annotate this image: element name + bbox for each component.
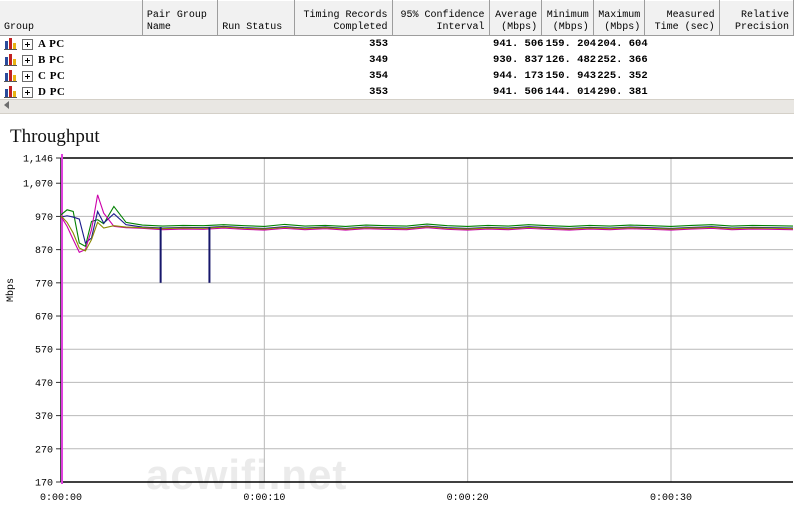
column-header-minimum-mbps[interactable]: Minimum (Mbps) [541,0,594,36]
cell-relative-precision [719,36,793,53]
cell-maximum-mbps: 225. 352 [597,70,648,82]
bar-chart-icon [4,38,17,50]
cell-run-status [218,52,294,68]
cell-average-mbps: 941. 506 [493,38,544,50]
x-tick-label: 0:00:30 [650,493,692,504]
cell-maximum-mbps: 252. 366 [597,54,648,66]
cell-timing-records: 353 [369,38,389,50]
scroll-left-arrow-icon[interactable] [4,101,9,109]
column-header-run-status[interactable]: Run Status [217,0,295,36]
cell-pair-group-name [142,68,217,84]
cell-measured-time [645,36,719,53]
column-header-relative-precision[interactable]: Relative Precision [719,0,794,36]
x-tick-label: 0:00:10 [243,493,285,504]
results-table-panel: Group Pair Group Name Run Status Timing … [0,0,794,115]
cell-relative-precision [719,52,793,68]
cell-group[interactable]: B PC [0,52,142,68]
cell-average-mbps: 930. 837 [493,54,544,66]
expand-plus-icon[interactable] [22,54,33,66]
cell-pair-group-name [142,36,217,53]
x-tick-label: 0:00:00 [40,493,82,504]
cell-minimum-mbps: 159. 204 [545,38,597,50]
y-tick-label: 1,070 [23,180,53,191]
y-tick-label: 570 [35,346,53,357]
throughput-chart: Throughput Mbps acwifi.net SMYZ.NET 1702… [0,114,794,516]
column-header-maximum-mbps[interactable]: Maximum (Mbps) [593,0,646,36]
cell-average-mbps: 944. 173 [493,70,544,82]
x-tick-label: 0:00:20 [447,493,489,504]
cell-measured-time [645,52,719,68]
cell-pair-group-name [142,52,217,68]
expand-plus-icon[interactable] [22,38,33,50]
y-tick-label: 870 [35,246,53,257]
cell-run-status [218,36,294,53]
column-header-average-mbps[interactable]: Average (Mbps) [489,0,543,36]
cell-confidence-interval [392,52,489,68]
y-tick-label: 170 [35,479,53,490]
y-tick-label: 770 [35,279,53,290]
cell-confidence-interval [392,36,489,53]
table-row[interactable]: B PC 349 930. 837 126. 482 252. 366 [0,52,794,68]
cell-timing-records: 354 [369,70,389,82]
cell-run-status [218,68,294,84]
cell-timing-records: 349 [369,54,389,66]
table-row[interactable]: C PC 354 944. 173 150. 943 225. 352 [0,68,794,84]
bar-chart-icon [4,86,17,98]
results-table: Group Pair Group Name Run Status Timing … [0,0,794,100]
table-horizontal-scrollbar[interactable] [0,98,794,114]
expand-plus-icon[interactable] [22,70,33,82]
cell-maximum-mbps: 204. 604 [597,38,648,50]
scrollbar-track[interactable] [0,100,794,113]
cell-minimum-mbps: 150. 943 [545,70,597,82]
bar-chart-icon [4,54,17,66]
y-tick-label: 1,146 [23,155,53,166]
cell-group[interactable]: C PC [0,68,142,84]
y-tick-label: 370 [35,412,53,423]
y-tick-label: 470 [35,379,53,390]
chart-plot-svg: 170 270 370 470 570 670 770 870 970 1,070 1,146 0:0… [23,154,794,504]
column-header-confidence-interval[interactable]: 95% Confidence Interval [392,0,490,36]
application-window: Group Pair Group Name Run Status Timing … [0,0,794,516]
column-header-pair-group-name[interactable]: Pair Group Name [142,0,219,36]
y-tick-label: 970 [35,213,53,224]
bar-chart-icon [4,70,17,82]
y-tick-label: 670 [35,313,53,324]
cell-minimum-mbps: 126. 482 [545,54,597,66]
column-header-group[interactable]: Group [0,0,143,36]
cell-measured-time [645,68,719,84]
cell-relative-precision [719,68,793,84]
series-line-d-pc [60,215,794,252]
y-tick-label: 270 [35,445,53,456]
table-header-row: Group Pair Group Name Run Status Timing … [0,0,794,36]
group-label: C PC [38,70,66,82]
table-row[interactable]: A PC 353 941. 506 159. 204 204. 604 [0,36,794,53]
expand-plus-icon[interactable] [22,86,33,98]
column-header-timing-records[interactable]: Timing Records Completed [294,0,393,36]
cell-group[interactable]: A PC [0,36,142,53]
group-label: A PC [38,38,65,50]
group-label: B PC [38,54,65,66]
column-header-measured-time[interactable]: Measured Time (sec) [644,0,720,36]
table-body: A PC 353 941. 506 159. 204 204. 604 B PC 349 93… [0,36,794,101]
cell-confidence-interval [392,68,489,84]
